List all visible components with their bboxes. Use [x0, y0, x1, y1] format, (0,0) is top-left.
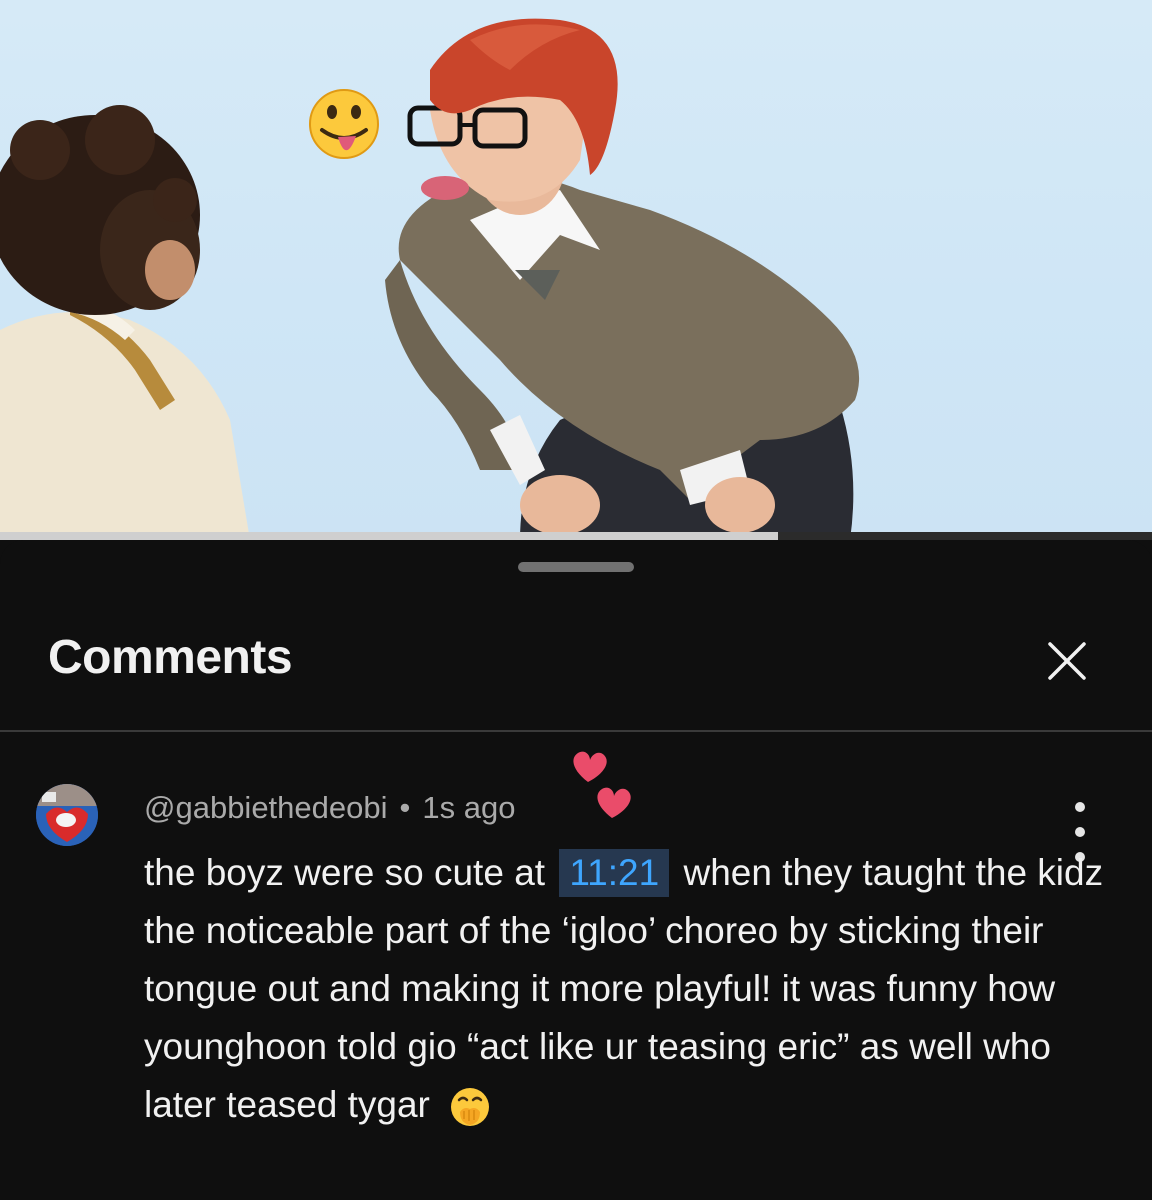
comment-author[interactable]: @gabbiethedeobi	[144, 790, 388, 825]
face-with-hand-over-mouth-emoji	[451, 1088, 490, 1127]
video-progress-bar[interactable]	[0, 532, 1152, 540]
comments-title: Comments	[48, 631, 293, 684]
tongue-out-emoji	[309, 89, 379, 159]
meta-separator: •	[399, 790, 411, 825]
child-figure	[0, 105, 250, 540]
header-divider	[0, 730, 1152, 732]
video-progress-fill	[0, 532, 778, 540]
drag-handle[interactable]	[518, 562, 634, 572]
close-icon	[1048, 642, 1086, 680]
timestamp-link[interactable]: 11:21	[559, 849, 670, 897]
comment-meta: @gabbiethedeobi • 1s ago	[144, 790, 515, 826]
more-vert-icon-dot	[1075, 827, 1085, 837]
avatar-image	[36, 784, 98, 846]
avatar[interactable]	[36, 784, 98, 846]
comments-panel: Comments @gabbiethedeobi • 1s ago the boyz	[0, 540, 1152, 1200]
comment-text: the boyz were so cute at 11:21 when they…	[144, 844, 1104, 1134]
more-vert-icon	[1075, 802, 1085, 812]
video-player[interactable]	[0, 0, 1152, 540]
two-hearts-emoji	[573, 751, 631, 818]
comment-text-before: the boyz were so cute at	[144, 852, 546, 893]
close-button[interactable]	[1038, 632, 1096, 690]
comment-time: 1s ago	[422, 790, 516, 825]
video-frame-illustration	[0, 18, 860, 540]
man-figure	[385, 18, 860, 540]
